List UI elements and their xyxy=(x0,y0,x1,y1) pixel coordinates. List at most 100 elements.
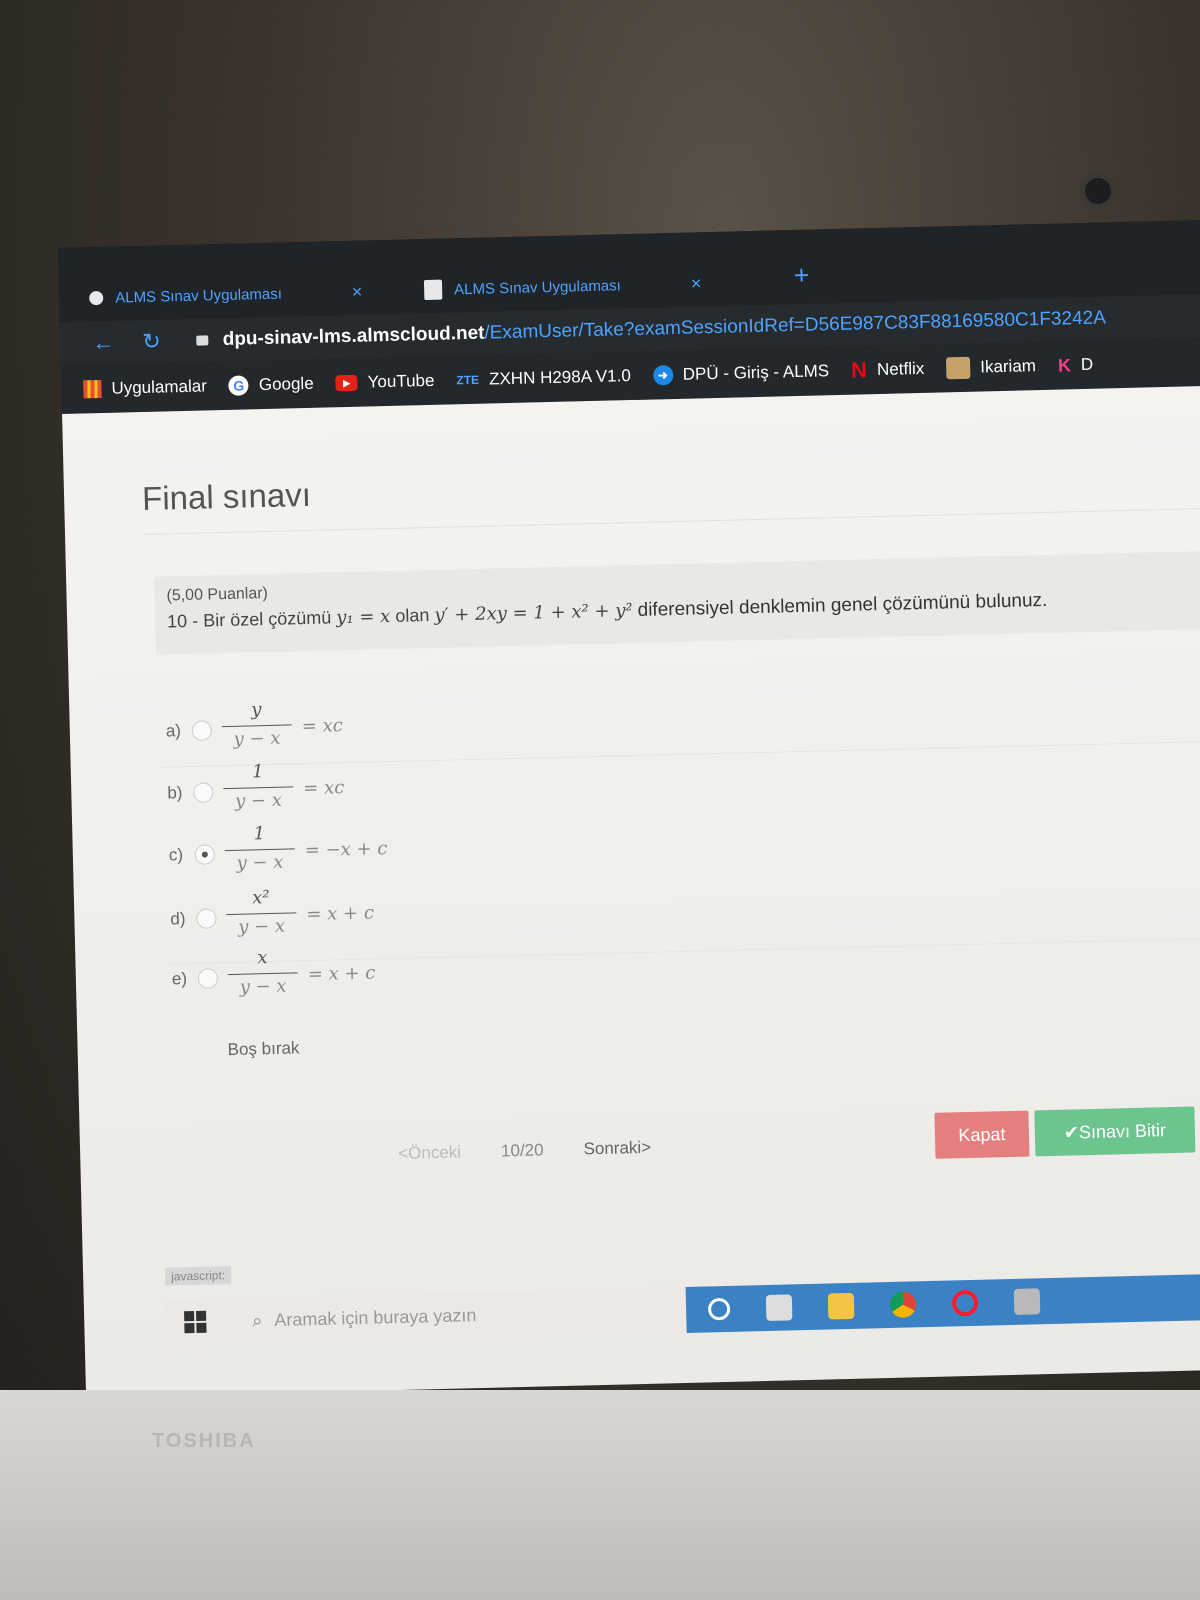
pagination: <Önceki 10/20 Sonraki> xyxy=(398,1138,651,1164)
answer-option-b[interactable]: b) 1 y − x = xc xyxy=(167,751,668,823)
bookmark-label: DPÜ - Giriş - ALMS xyxy=(682,361,830,384)
question-middle: olan xyxy=(395,605,430,626)
lock-icon xyxy=(196,335,209,346)
google-icon: G xyxy=(228,375,250,396)
bookmark-label: YouTube xyxy=(367,370,435,392)
fraction-numerator: y xyxy=(250,699,262,721)
opera-icon[interactable] xyxy=(951,1289,979,1317)
option-letter: b) xyxy=(167,783,183,803)
back-icon[interactable]: ← xyxy=(92,330,115,357)
differential-equation: y′ + 2xy = 1 + x² + y² xyxy=(434,600,633,626)
option-rhs: = −x + c xyxy=(304,838,388,862)
screen: ALMS Sınav Uygulaması × ALMS Sınav Uygul… xyxy=(58,220,1200,1398)
document-icon xyxy=(423,279,443,301)
question-prefix: Bir özel çözümü xyxy=(202,607,332,631)
bookmark-k[interactable]: K D xyxy=(1058,354,1094,376)
radio-button-selected[interactable] xyxy=(194,844,216,865)
tab-2[interactable]: ALMS Sınav Uygulaması × xyxy=(423,266,702,307)
tab-close-icon[interactable]: × xyxy=(352,281,363,302)
option-letter: e) xyxy=(171,969,188,989)
cortana-icon[interactable] xyxy=(707,1297,731,1321)
bookmark-label: Google xyxy=(258,373,314,395)
option-rhs: = x + c xyxy=(307,962,376,986)
youtube-icon: ▶ xyxy=(335,374,358,392)
radio-button[interactable] xyxy=(196,908,217,929)
radio-button[interactable] xyxy=(193,782,214,803)
bookmark-label: Ikariam xyxy=(979,356,1037,377)
tab-title: ALMS Sınav Uygulaması xyxy=(453,276,622,298)
bookmark-label: Uygulamalar xyxy=(111,376,208,398)
option-fraction: y y − x xyxy=(221,698,292,753)
radio-button[interactable] xyxy=(191,720,213,741)
previous-button[interactable]: <Önceki xyxy=(398,1142,461,1164)
task-view-icon[interactable] xyxy=(765,1294,793,1322)
netflix-icon: N xyxy=(850,357,868,383)
option-rhs: = xc xyxy=(301,715,344,738)
bookmark-label: ZXHN H298A V1.0 xyxy=(488,366,632,389)
windows-start-icon[interactable] xyxy=(184,1310,207,1334)
page-title: Final sınavı xyxy=(141,475,312,518)
question-points: (5,00 Puanlar) xyxy=(166,584,269,605)
next-button[interactable]: Sonraki> xyxy=(583,1138,651,1160)
particular-solution: y₁ = x xyxy=(335,605,391,629)
option-letter: d) xyxy=(170,909,186,929)
tab-title: ALMS Sınav Uygulaması xyxy=(115,285,283,307)
url-path[interactable]: /ExamUser/Take?examSessionIdRef=D56E987C… xyxy=(484,307,1106,344)
zte-icon: ZTE xyxy=(456,372,480,388)
bookmark-youtube[interactable]: ▶ YouTube xyxy=(335,370,435,393)
info-icon xyxy=(89,290,104,306)
k-icon: K xyxy=(1057,354,1072,376)
taskbar-apps xyxy=(685,1273,1200,1333)
bookmark-ikariam[interactable]: Ikariam xyxy=(945,355,1037,380)
bookmark-apps[interactable]: Uygulamalar xyxy=(83,376,207,399)
url-host[interactable]: dpu-sinav-lms.almscloud.net xyxy=(222,323,484,351)
exam-page: Final sınavı (5,00 Puanlar) 10 - Bir öze… xyxy=(62,386,1200,1398)
laptop-brand-logo: TOSHIBA xyxy=(152,1430,256,1452)
bookmark-label: D xyxy=(1080,354,1094,375)
tab-1[interactable]: ALMS Sınav Uygulaması × xyxy=(89,275,363,316)
bookmark-netflix[interactable]: N Netflix xyxy=(851,356,925,384)
fraction-denominator: y − x xyxy=(234,789,283,812)
webcam xyxy=(1085,178,1111,204)
answer-option-e[interactable]: e) x y − x = x + c xyxy=(171,937,672,1009)
new-tab-icon[interactable]: + xyxy=(794,260,810,291)
option-fraction: 1 y − x xyxy=(223,760,294,815)
answer-option-c[interactable]: c) 1 y − x = −x + c xyxy=(168,813,669,885)
bookmark-label: Netflix xyxy=(876,358,925,380)
tab-close-icon[interactable]: × xyxy=(691,273,702,294)
fraction-numerator: x xyxy=(257,947,268,969)
bookmark-google[interactable]: G Google xyxy=(228,373,314,396)
option-fraction: 1 y − x xyxy=(224,822,295,877)
reload-icon[interactable]: ↻ xyxy=(142,329,161,355)
option-letter: c) xyxy=(168,845,184,865)
finish-exam-button[interactable]: ✔Sınavı Bitir xyxy=(1034,1106,1196,1157)
fraction-numerator: x² xyxy=(251,887,270,909)
search-icon[interactable]: ⌕ xyxy=(252,1310,263,1331)
status-bar-text: javascript: xyxy=(164,1266,232,1286)
bookmark-dpu[interactable]: ➜ DPÜ - Giriş - ALMS xyxy=(652,361,830,386)
file-explorer-icon[interactable] xyxy=(827,1292,855,1320)
chrome-icon[interactable] xyxy=(889,1291,917,1318)
question-number: 10 - xyxy=(166,610,199,632)
fraction-denominator: y − x xyxy=(233,727,281,750)
page-position: 10/20 xyxy=(500,1140,544,1161)
fraction-denominator: y − x xyxy=(239,975,287,998)
option-rhs: = x + c xyxy=(306,902,375,926)
option-fraction: x y − x xyxy=(227,946,298,1001)
apps-icon xyxy=(83,379,102,399)
taskbar-search-input[interactable]: Aramak için buraya yazın xyxy=(274,1300,674,1331)
bookmark-zte[interactable]: ZTE ZXHN H298A V1.0 xyxy=(456,366,631,390)
answer-option-a[interactable]: a) y y − x = xc xyxy=(165,689,666,761)
close-button[interactable]: Kapat xyxy=(934,1110,1030,1159)
option-fraction: x² y − x xyxy=(226,886,297,941)
laptop-bezel xyxy=(0,1390,1200,1600)
dpu-icon: ➜ xyxy=(652,365,674,386)
fraction-numerator: 1 xyxy=(253,823,266,845)
windows-taskbar: ⌕ Aramak için buraya yazın xyxy=(165,1273,1200,1346)
leave-blank-option[interactable]: Boş bırak xyxy=(227,1038,299,1060)
app-icon[interactable] xyxy=(1013,1288,1041,1315)
fraction-denominator: y − x xyxy=(236,851,284,874)
fraction-denominator: y − x xyxy=(237,915,286,938)
option-letter: a) xyxy=(165,721,182,741)
radio-button[interactable] xyxy=(197,968,219,989)
